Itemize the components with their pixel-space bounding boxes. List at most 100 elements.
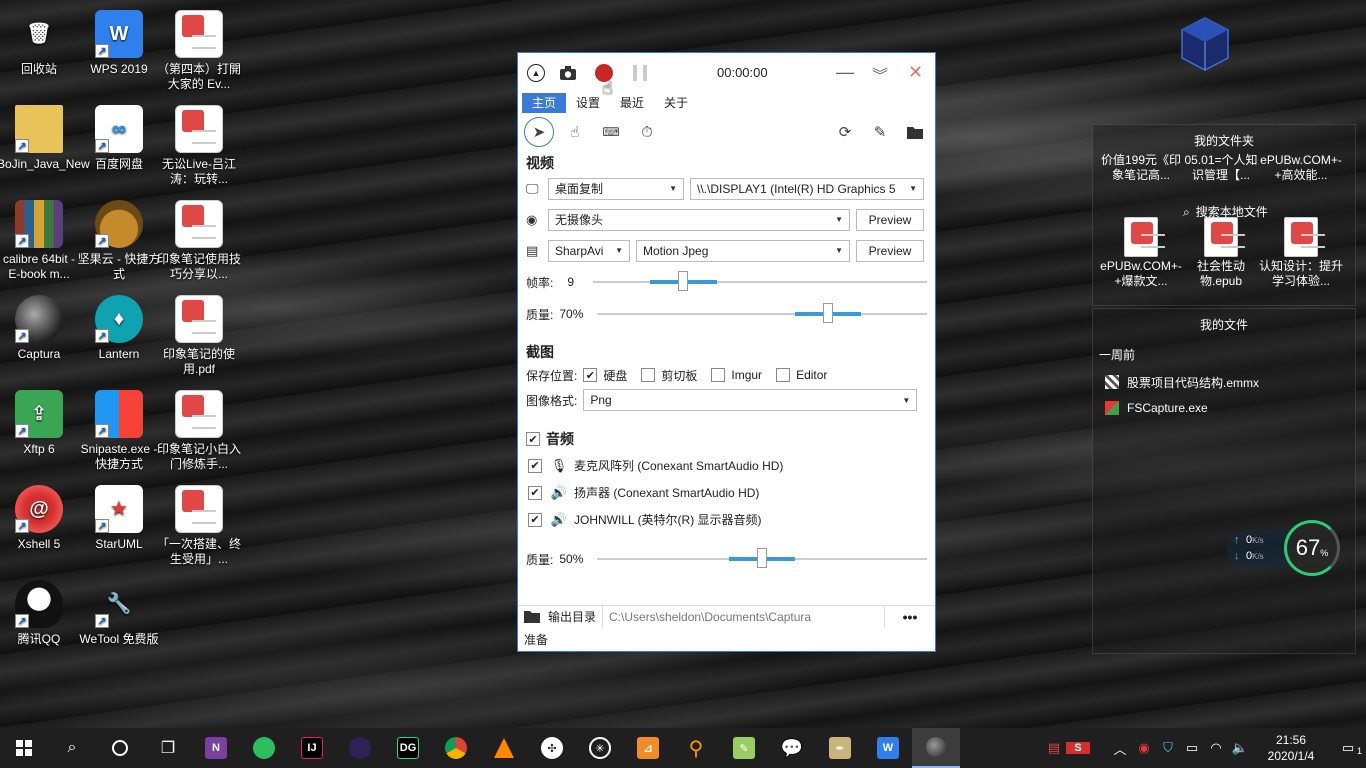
desktop-icon[interactable]: ★ ↗ StarUML	[77, 485, 161, 552]
list-item[interactable]: FSCapture.exe	[1093, 395, 1355, 421]
start-button[interactable]	[0, 728, 48, 768]
desktop-icon[interactable]: 无讼Live-吕江涛：玩转...	[157, 105, 241, 187]
taskbar-vlc[interactable]	[480, 728, 528, 768]
minimize-to-tray-button[interactable]: ︾	[872, 62, 888, 86]
desktop-icon[interactable]: 🗑 回收站	[0, 10, 81, 77]
close-button[interactable]: ✕	[908, 62, 923, 83]
taskbar-captura[interactable]	[912, 728, 960, 768]
tray-expand-icon[interactable]: ︿	[1108, 739, 1132, 758]
source-mode-select[interactable]: 桌面复制 ▼	[548, 177, 684, 200]
folder-file-tile[interactable]: 05.01=个人知识管理【...	[1179, 153, 1263, 183]
folder-file-tile[interactable]: 价值199元《印象笔记高...	[1099, 153, 1183, 183]
desktop-icon[interactable]: W ↗ WPS 2019	[77, 10, 161, 77]
folder-file-tile[interactable]: ePUBw.COM+-+高效能...	[1259, 153, 1343, 183]
desktop-icon[interactable]: 「一次搭建、终生受用」...	[157, 485, 241, 567]
desktop-icon[interactable]: ⇪ ↗ Xftp 6	[0, 390, 81, 457]
audio-quality-slider[interactable]	[597, 548, 927, 568]
display-select[interactable]: \\.\DISPLAY1 (Intel(R) HD Graphics 5 ▼	[690, 177, 924, 200]
fps-slider-thumb[interactable]	[678, 271, 689, 291]
list-item[interactable]: 股票项目代码结构.emmx	[1093, 369, 1355, 395]
target-imgur-option[interactable]: Imgur	[711, 368, 762, 382]
taskbar-app-network[interactable]: ✳	[576, 728, 624, 768]
more-button[interactable]: •••	[885, 609, 935, 625]
webcam-select[interactable]: 无摄像头 ▼	[548, 208, 850, 231]
taskbar-app-notepad[interactable]: ✎	[720, 728, 768, 768]
taskbar-app-diagram[interactable]: ⊿	[624, 728, 672, 768]
video-quality-slider-thumb[interactable]	[823, 303, 834, 323]
tray-record-icon[interactable]: ◉	[1132, 740, 1156, 756]
taskbar-intellij[interactable]: IJ	[288, 728, 336, 768]
tab-recent[interactable]: 最近	[610, 93, 654, 113]
target-clipboard-checkbox[interactable]	[641, 368, 656, 382]
cortana-button[interactable]	[96, 728, 144, 768]
folder-file-tile[interactable]: ePUBw.COM+-+爆款文...	[1099, 217, 1183, 289]
desktop-icon[interactable]: 印象笔记的使用.pdf	[157, 295, 241, 377]
taskbar-chrome[interactable]	[432, 728, 480, 768]
writer-select[interactable]: SharpAvi ▼	[548, 239, 630, 262]
pause-button[interactable]	[630, 63, 650, 83]
image-format-select[interactable]: Png ▼	[583, 389, 918, 411]
speaker-checkbox[interactable]: ✔	[528, 485, 542, 500]
cube-widget-icon[interactable]	[1180, 16, 1230, 72]
taskbar-evernote[interactable]	[240, 728, 288, 768]
task-view-button[interactable]: ❐	[144, 728, 192, 768]
folder-file-tile[interactable]: 认知设计：提升学习体验...	[1259, 217, 1343, 289]
cursor-icon[interactable]: ➤	[524, 117, 554, 147]
taskbar-app-search[interactable]: ⚲	[672, 728, 720, 768]
desktop-icon[interactable]: ↗ calibre 64bit - E-book m...	[0, 200, 81, 282]
output-path[interactable]: C:\Users\sheldon\Documents\Captura	[603, 605, 885, 628]
mic-checkbox[interactable]: ✔	[528, 458, 542, 473]
desktop-icon[interactable]: 印象笔记使用技巧分享以...	[157, 200, 241, 282]
taskbar-datagrip[interactable]: DG	[384, 728, 432, 768]
output-folder-button[interactable]: 输出目录	[518, 605, 604, 628]
taskbar-wechat[interactable]: 💬	[768, 728, 816, 768]
folder-file-tile[interactable]: 社会性动物.epub	[1179, 217, 1263, 289]
desktop-icon[interactable]: ↗ Snipaste.exe - 快捷方式	[77, 390, 161, 472]
desktop-icon[interactable]: ∞ ↗ 百度网盘	[77, 105, 161, 172]
audio-enable-checkbox[interactable]: ✔	[526, 432, 540, 446]
fps-slider[interactable]	[593, 271, 927, 291]
tab-about[interactable]: 关于	[654, 93, 698, 113]
desktop-icon[interactable]: ♦ ↗ Lantern	[77, 295, 161, 362]
target-disk-option[interactable]: ✔ 硬盘	[583, 367, 627, 384]
target-disk-checkbox[interactable]: ✔	[583, 368, 598, 382]
taskbar-eclipse[interactable]	[336, 728, 384, 768]
taskbar-onenote[interactable]: N	[192, 728, 240, 768]
collapse-button[interactable]: ▲	[526, 63, 546, 83]
target-imgur-checkbox[interactable]	[711, 368, 726, 382]
desktop-icon[interactable]: ↗ BoJin_Java_New	[0, 105, 90, 172]
desktop-icon[interactable]: 印象笔记小白入门修炼手...	[157, 390, 241, 472]
tray-pdf-icon[interactable]: ▤	[1042, 740, 1066, 756]
notification-center-button[interactable]: ▭ 1	[1330, 740, 1366, 756]
taskbar-clock[interactable]: 21:56 2020/1/4	[1252, 732, 1330, 764]
click-hand-icon[interactable]: ☝	[560, 117, 590, 147]
net-speed-widget[interactable]: ↑ 0K/s ↓ 0K/s 67%	[1226, 520, 1342, 578]
desktop-icon[interactable]: ↗ 坚果云 - 快捷方式	[77, 200, 161, 282]
timer-icon[interactable]: ⏱	[632, 117, 662, 147]
display-audio-checkbox[interactable]: ✔	[528, 512, 542, 527]
brush-icon[interactable]: ✎	[865, 117, 895, 147]
tray-wps-s-icon[interactable]: S	[1066, 742, 1090, 754]
tray-wifi-icon[interactable]: ◠	[1204, 740, 1228, 756]
tray-battery-icon[interactable]: ▭	[1180, 740, 1204, 756]
desktop-icon[interactable]: 🔧 ↗ WeTool 免费版	[77, 580, 161, 647]
audio-quality-slider-thumb[interactable]	[757, 548, 768, 568]
codec-preview-button[interactable]: Preview	[856, 239, 924, 262]
minimize-button[interactable]: —	[836, 62, 854, 83]
desktop-icon[interactable]: ↗ 腾讯QQ	[0, 580, 81, 647]
search-button[interactable]: ⌕	[48, 728, 96, 768]
tray-volume-icon[interactable]: 🔈	[1228, 740, 1252, 756]
codec-select[interactable]: Motion Jpeg ▼	[636, 239, 850, 262]
folder-icon[interactable]	[900, 117, 930, 147]
refresh-icon[interactable]: ⟳	[830, 117, 860, 147]
target-editor-option[interactable]: Editor	[776, 368, 827, 382]
desktop-icon[interactable]: ↗ Captura	[0, 295, 81, 362]
taskbar-wps[interactable]: W	[864, 728, 912, 768]
keyboard-icon[interactable]: ⌨	[596, 117, 626, 147]
taskbar-app-reel[interactable]: ✣	[528, 728, 576, 768]
webcam-preview-button[interactable]: Preview	[856, 208, 924, 231]
desktop-icon[interactable]: @ ↗ Xshell 5	[0, 485, 81, 552]
search-local-files[interactable]: ⌕ 搜索本地文件	[1183, 203, 1268, 220]
target-clipboard-option[interactable]: 剪切板	[641, 367, 697, 384]
screenshot-button[interactable]	[558, 63, 578, 83]
